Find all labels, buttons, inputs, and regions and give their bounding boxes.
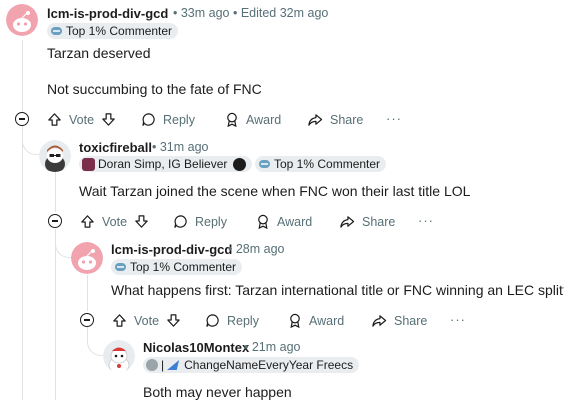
comment-meta: • 31m ago xyxy=(152,140,209,154)
vote-label: Vote xyxy=(134,313,160,328)
share-label: Share xyxy=(394,313,428,328)
award-label: Award xyxy=(246,112,282,127)
thread-line-3 xyxy=(87,275,88,311)
comment-body: Not succumbing to the fate of FNC xyxy=(47,81,262,97)
reply-label: Reply xyxy=(163,112,195,127)
award-label: Award xyxy=(309,313,345,328)
award-button[interactable]: Award xyxy=(256,214,312,229)
commenter-badge-icon xyxy=(259,160,270,168)
more-options-button[interactable]: ··· xyxy=(450,312,466,327)
user-flair: | ChangeNameEveryYear Freecs xyxy=(143,357,360,373)
user-flair: Top 1% Commenter xyxy=(111,259,243,275)
commenter-badge-icon xyxy=(51,27,62,35)
award-label: Award xyxy=(277,214,313,229)
downvote-icon[interactable] xyxy=(134,214,149,229)
comment-body: What happens first: Tarzan international… xyxy=(111,282,564,298)
comment-username[interactable]: toxicfireball xyxy=(79,140,152,155)
thread-line-2b xyxy=(55,229,56,400)
collapse-minus-icon xyxy=(52,220,58,222)
share-label: Share xyxy=(362,214,396,229)
upvote-icon[interactable] xyxy=(47,112,62,127)
comment-body: Both may never happen xyxy=(143,384,292,400)
avatar[interactable] xyxy=(39,140,71,172)
downvote-icon[interactable] xyxy=(166,313,181,328)
snoo-avatar xyxy=(39,140,71,172)
user-flair: Doran Simp, IG Believer xyxy=(79,156,253,172)
award-icon xyxy=(227,112,237,127)
thread-elbow-0 xyxy=(22,126,39,155)
upvote-icon[interactable] xyxy=(80,214,95,229)
share-button[interactable]: Share xyxy=(371,313,427,328)
flair-label: Top 1% Commenter xyxy=(66,24,173,38)
avatar[interactable] xyxy=(103,340,135,372)
reply-label: Reply xyxy=(195,214,227,229)
comment-meta: • 21m ago xyxy=(244,340,301,354)
more-options-button[interactable]: ··· xyxy=(418,213,434,228)
collapse-thread-button[interactable] xyxy=(80,313,94,327)
reply-button[interactable]: Reply xyxy=(141,112,195,127)
share-icon xyxy=(340,216,355,228)
reply-bubble-icon xyxy=(174,215,187,228)
vote-label: Vote xyxy=(69,112,95,127)
flair-separator: | xyxy=(161,358,165,372)
comment-body: Wait Tarzan joined the scene when FNC wo… xyxy=(79,183,471,199)
snoo-avatar xyxy=(71,242,103,274)
vote-control[interactable]: Vote xyxy=(80,214,156,229)
user-flair: Top 1% Commenter xyxy=(255,156,387,172)
award-button[interactable]: Award xyxy=(288,313,344,328)
thread-line-1b xyxy=(22,126,23,400)
comment-body: Tarzan deserved xyxy=(47,45,151,61)
collapse-minus-icon xyxy=(19,118,25,120)
award-icon xyxy=(290,313,300,328)
share-button[interactable]: Share xyxy=(339,214,395,229)
flair-label: Top 1% Commenter xyxy=(274,157,381,171)
collapse-thread-button[interactable] xyxy=(15,112,29,126)
share-button[interactable]: Share xyxy=(307,112,363,127)
thread-line-2 xyxy=(55,172,56,212)
thread-elbow-3 xyxy=(87,327,104,356)
vote-control[interactable]: Vote xyxy=(112,313,188,328)
thread-line-1 xyxy=(22,40,23,111)
user-flair: Top 1% Commenter xyxy=(47,23,179,39)
vote-control[interactable]: Vote xyxy=(47,112,123,127)
reply-bubble-icon xyxy=(142,113,155,126)
reply-button[interactable]: Reply xyxy=(205,313,259,328)
collapse-minus-icon xyxy=(84,319,90,321)
flair-label: Doran Simp, IG Believer xyxy=(98,157,228,171)
avatar[interactable] xyxy=(71,242,103,274)
avatar[interactable] xyxy=(6,4,38,36)
comment-meta: • 33m ago • Edited 32m ago xyxy=(173,6,329,20)
thread-elbow-2 xyxy=(55,229,72,258)
reply-bubble-icon xyxy=(206,314,219,327)
flair-emblem-icon xyxy=(146,359,158,371)
flair-label: Top 1% Commenter xyxy=(130,260,237,274)
share-icon xyxy=(308,114,323,126)
ig-badge-icon xyxy=(233,157,247,171)
comment-meta: • 28m ago xyxy=(228,242,285,256)
reply-label: Reply xyxy=(227,313,259,328)
award-icon xyxy=(258,214,268,229)
flair-logo-icon xyxy=(167,360,180,370)
comment-username[interactable]: lcm-is-prod-div-gcd xyxy=(111,242,232,257)
vote-label: Vote xyxy=(102,214,128,229)
flair-label: ChangeNameEveryYear Freecs xyxy=(184,358,354,372)
comment-username[interactable]: lcm-is-prod-div-gcd xyxy=(47,6,168,21)
comment-username[interactable]: Nicolas10Montex xyxy=(143,340,249,355)
reply-button[interactable]: Reply xyxy=(173,214,227,229)
share-icon xyxy=(372,315,387,327)
downvote-icon[interactable] xyxy=(101,112,116,127)
snoo-avatar xyxy=(103,340,135,372)
share-label: Share xyxy=(330,112,364,127)
commenter-badge-icon xyxy=(115,263,126,271)
collapse-thread-button[interactable] xyxy=(48,214,62,228)
snoo-avatar xyxy=(6,4,38,36)
award-button[interactable]: Award xyxy=(225,112,281,127)
upvote-icon[interactable] xyxy=(112,313,127,328)
flair-avatar-icon xyxy=(82,157,95,171)
more-options-button[interactable]: ··· xyxy=(386,111,402,126)
